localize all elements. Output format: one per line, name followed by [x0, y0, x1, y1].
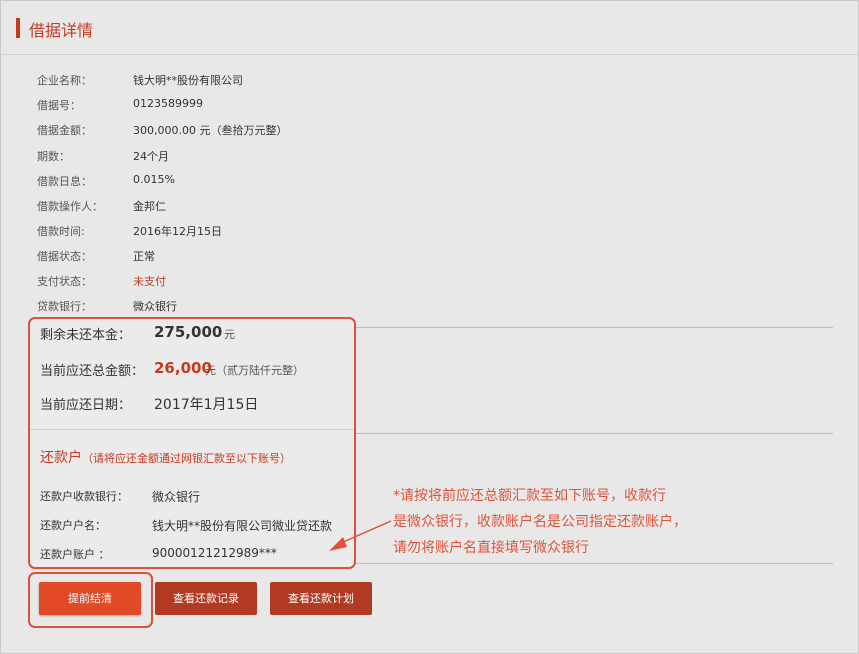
- annotation-arrow-icon: [329, 520, 392, 551]
- detail-label: 期数：: [37, 150, 70, 163]
- detail-label: 借款时间:: [37, 225, 85, 238]
- current-due-value: 26,000: [154, 359, 212, 377]
- detail-value: 钱大明**股份有限公司: [133, 74, 243, 87]
- repayment-account-value: 90000121212989***: [152, 546, 277, 560]
- repayment-account-row: 还款户账户 ： 90000121212989***: [40, 546, 277, 562]
- repayment-name-label: 还款户户名：: [40, 519, 106, 532]
- remaining-principal-unit: 元: [224, 328, 235, 341]
- prepay-button[interactable]: 提前结清: [39, 582, 141, 615]
- repayment-bank-label: 还款户收款银行：: [40, 490, 128, 503]
- detail-value: 24个月: [133, 150, 169, 163]
- repayment-summary-highlight: 剩余未还本金： 275,000 元 当前应还总金额： 26,000 元（贰万陆仟…: [28, 317, 356, 569]
- detail-label: 支付状态：: [37, 275, 92, 288]
- detail-value: 0.015%: [133, 173, 175, 186]
- detail-label: 借据金额：: [37, 124, 92, 137]
- remaining-principal-label: 剩余未还本金：: [40, 328, 132, 343]
- current-due-date-label: 当前应还日期：: [40, 398, 132, 413]
- current-due-amount: 当前应还总金额： 26,000 元（贰万陆仟元整）: [40, 359, 304, 379]
- detail-value: 2016年12月15日: [133, 225, 222, 238]
- page-title: 借据详情: [29, 21, 94, 40]
- page-frame: 借据详情 企业名称： 钱大明**股份有限公司 借据号： 0123589999 借…: [0, 0, 859, 654]
- detail-value: 正常: [133, 250, 155, 263]
- repayment-account-note: （请将应还金额通过网银汇款至以下账号）: [82, 452, 291, 465]
- remaining-principal-value: 275,000: [154, 323, 223, 341]
- repayment-bank-value: 微众银行: [152, 490, 201, 504]
- view-repayment-records-button[interactable]: 查看还款记录: [155, 582, 257, 615]
- repayment-bank-row: 还款户收款银行： 微众银行: [40, 488, 200, 504]
- current-due-label: 当前应还总金额：: [40, 364, 145, 379]
- annotation-line: 请勿将账户名直接填写微众银行: [393, 540, 589, 556]
- detail-value: 300,000.00 元（叁拾万元整）: [133, 124, 288, 137]
- detail-label: 借据号：: [37, 99, 81, 112]
- current-due-date: 当前应还日期： 2017年1月15日: [40, 394, 258, 413]
- page-header: 借据详情: [1, 1, 858, 55]
- payment-status-value: 未支付: [133, 275, 166, 288]
- detail-label: 企业名称：: [37, 74, 92, 87]
- repayment-name-value: 钱大明**股份有限公司微业贷还款: [152, 519, 333, 533]
- detail-value: 金邦仁: [133, 200, 166, 213]
- detail-label: 借款日息：: [37, 175, 92, 188]
- repayment-account-label: 还款户账户 ：: [40, 548, 110, 561]
- detail-value: 微众银行: [133, 300, 177, 313]
- detail-label: 借款操作人：: [37, 200, 103, 213]
- current-due-date-value: 2017年1月15日: [154, 397, 259, 413]
- repayment-name-row: 还款户户名： 钱大明**股份有限公司微业贷还款: [40, 517, 332, 533]
- instruction-annotation: *请按将前应还总额汇款至如下账号，收款行 是微众银行，收款账户名是公司指定还款账…: [393, 483, 733, 561]
- detail-value: 0123589999: [133, 97, 203, 110]
- title-accent-bar: [16, 18, 20, 38]
- current-due-unit: 元（贰万陆仟元整）: [205, 364, 304, 377]
- annotation-line: 是微众银行，收款账户名是公司指定还款账户，: [393, 514, 687, 530]
- view-repayment-plan-button[interactable]: 查看还款计划: [270, 582, 372, 615]
- detail-label: 贷款银行：: [37, 300, 92, 313]
- remaining-principal: 剩余未还本金： 275,000 元: [40, 323, 235, 343]
- repayment-account-title: 还款户（请将应还金额通过网银汇款至以下账号）: [40, 447, 291, 467]
- annotation-line: *请按将前应还总额汇款至如下账号，收款行: [393, 488, 666, 504]
- detail-label: 借据状态：: [37, 250, 92, 263]
- highlight-divider: [30, 429, 354, 430]
- repayment-account-heading: 还款户: [40, 450, 82, 466]
